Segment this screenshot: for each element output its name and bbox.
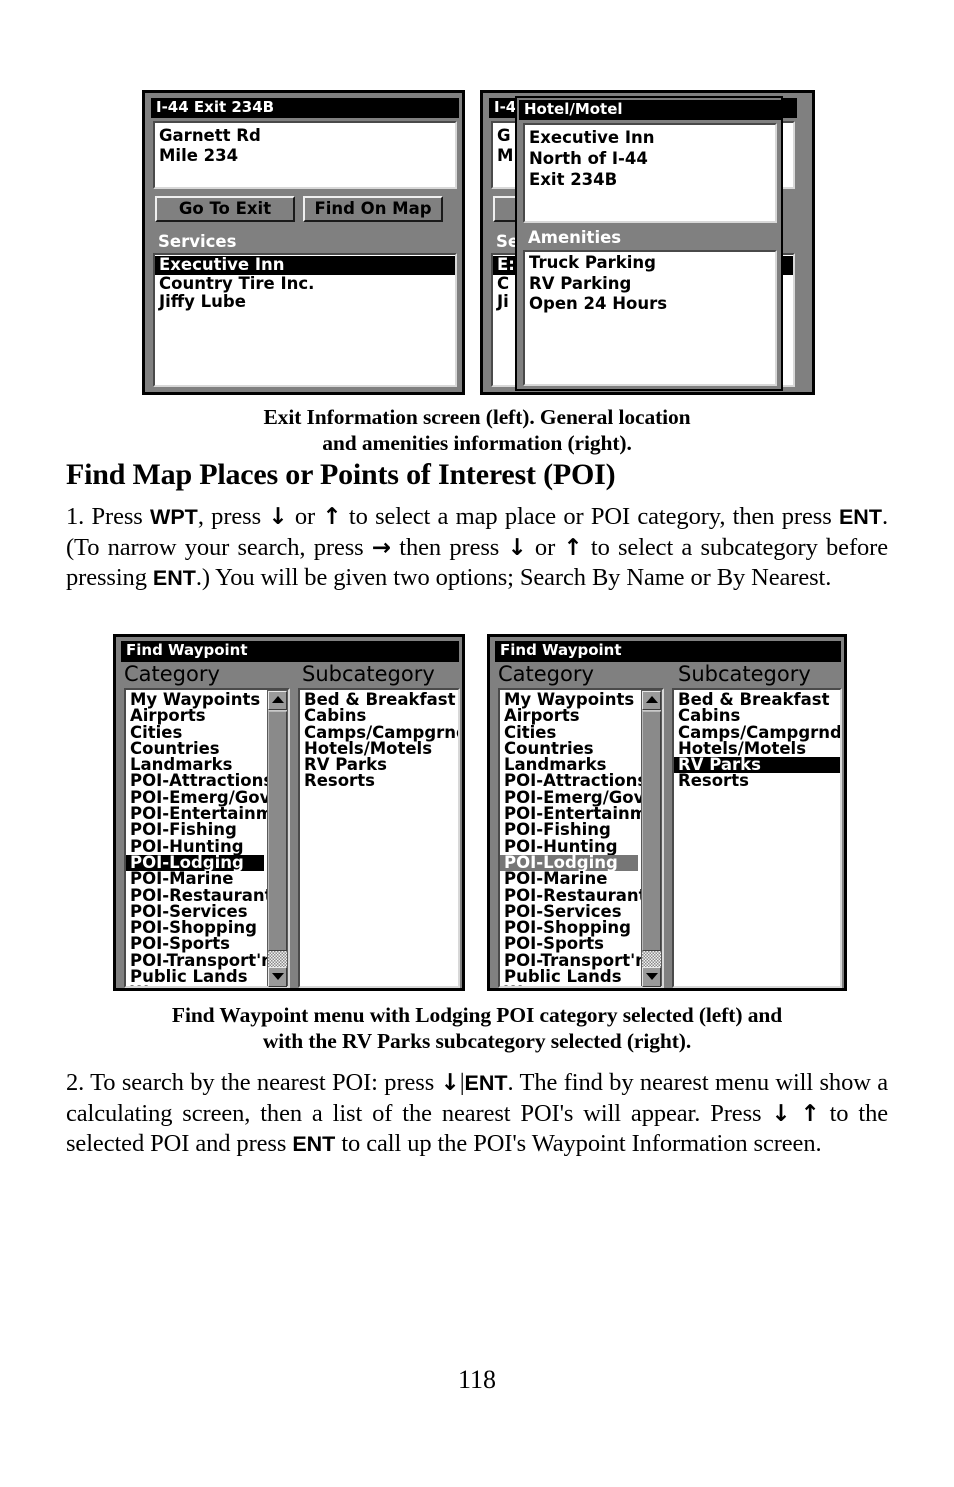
key-label: ENT <box>152 566 196 590</box>
amenities-header: Amenities <box>523 228 777 250</box>
poi-detail-popup-screen: I-4 G M Se E: C Ji Hotel/Motel Executive… <box>480 90 815 395</box>
find-waypoint-screen-left: Find Waypoint Category Subcategory My Wa… <box>113 634 465 991</box>
scroll-up-button[interactable] <box>642 691 661 710</box>
arrow-icon: ↑ <box>800 1100 820 1127</box>
service-list-item[interactable]: Country Tire Inc. <box>155 274 455 294</box>
subcategory-column-header: Subcategory <box>302 662 435 686</box>
go-to-exit-button[interactable]: Go To Exit <box>155 196 295 222</box>
popup-title-bar: Hotel/Motel <box>519 100 783 120</box>
popup-info-box: Executive Inn North of I-44 Exit 234B <box>523 123 777 223</box>
figure1-caption: Exit Information screen (left). General … <box>77 404 877 456</box>
chevron-up-icon <box>645 696 658 703</box>
popup-info-line: Executive Inn <box>529 128 655 147</box>
category-column-header: Category <box>124 662 220 686</box>
scroll-down-button[interactable] <box>268 967 287 987</box>
list-item[interactable]: Waters <box>500 984 638 986</box>
scroll-down-button[interactable] <box>642 967 661 987</box>
page-number: 118 <box>457 1365 497 1394</box>
list-item[interactable]: Waters <box>126 984 264 986</box>
category-column-header: Category <box>498 662 594 686</box>
manual-page: I-44 Exit 234B Garnett Rd Mile 234 Go To… <box>0 0 954 1487</box>
list-item[interactable]: Resorts <box>674 773 840 790</box>
chevron-down-icon <box>271 973 284 980</box>
figure1-caption-line2: and amenities information (right). <box>322 431 632 455</box>
screen-title-bar: I-44 Exit 234B <box>151 98 459 118</box>
services-header: Services <box>153 232 457 253</box>
step1-paragraph: 1. Press WPT, press ↓ or ↑ to select a m… <box>66 503 888 591</box>
arrow-icon: ↓ <box>440 1070 460 1096</box>
amenities-list: Truck Parking RV Parking Open 24 Hours <box>523 250 777 386</box>
exit-info-box: Garnett Rd Mile 234 <box>153 121 457 189</box>
screen-title-bar: Find Waypoint <box>495 641 841 662</box>
arrow-icon: → <box>371 534 392 561</box>
amenity-item: RV Parking <box>529 273 632 293</box>
list-item[interactable]: Resorts <box>300 773 458 790</box>
scrollbar-track-dither <box>268 951 287 967</box>
category-list-left[interactable]: My Waypoints Airports Cities Countries Landm… <box>124 688 290 988</box>
service-list-item[interactable]: Executive Inn <box>155 255 455 275</box>
subcategory-list-left[interactable]: Bed & Breakfast Cabins Camps/Campgrnd Hotel… <box>298 688 460 988</box>
key-label: WPT <box>150 505 198 529</box>
scrollbar-thumb[interactable] <box>268 711 287 951</box>
arrow-icon: ↑ <box>563 534 583 561</box>
step2-paragraph: 2. To search by the nearest POI: press ↓… <box>66 1069 889 1157</box>
category-scrollbar-right[interactable] <box>641 690 662 987</box>
category-scrollbar-left[interactable] <box>267 690 288 987</box>
amenity-item: Truck Parking <box>529 253 656 272</box>
arrow-icon: ↓ <box>268 504 288 530</box>
find-waypoint-screen-right: Find Waypoint Category Subcategory My Wa… <box>487 634 847 991</box>
find-on-map-button[interactable]: Find On Map <box>303 196 443 222</box>
key-label: ENT <box>838 505 882 529</box>
page-title: Find Map Places or Points of Interest (P… <box>66 458 616 491</box>
chevron-up-icon <box>271 696 284 703</box>
figure2-caption-line2: with the RV Parks subcategory selected (… <box>262 1029 692 1053</box>
exit-information-screen: I-44 Exit 234B Garnett Rd Mile 234 Go To… <box>142 90 465 395</box>
key-label: ENT <box>464 1071 508 1095</box>
services-list[interactable]: Executive Inn Country Tire Inc. Jiffy Lu… <box>153 253 457 387</box>
subcategory-column-header: Subcategory <box>678 662 811 686</box>
figure1-caption-line1: Exit Information screen (left). General … <box>263 405 691 429</box>
arrow-icon: ↑ <box>322 504 342 530</box>
chevron-down-icon <box>645 973 658 980</box>
amenity-item: Open 24 Hours <box>529 294 668 313</box>
background-exit-info-line: G <box>497 126 511 145</box>
scrollbar-thumb[interactable] <box>642 711 661 951</box>
category-list-right[interactable]: My Waypoints Airports Cities Countries Landm… <box>498 688 664 988</box>
exit-info-line: Mile 234 <box>159 146 239 165</box>
popup-info-line: North of I-44 <box>529 149 648 168</box>
hotel-motel-popup: Hotel/Motel Executive Inn North of I-44 … <box>515 96 783 391</box>
exit-info-line: Garnett Rd <box>159 126 261 145</box>
subcategory-list-right[interactable]: Bed & Breakfast Cabins Camps/Campgrnd Hotel… <box>672 688 842 988</box>
arrow-icon: ↓ <box>507 534 527 561</box>
scrollbar-track-dither <box>642 951 661 967</box>
arrow-icon: ↓ <box>771 1100 791 1127</box>
background-exit-info-line: M <box>497 146 514 165</box>
figure2-caption: Find Waypoint menu with Lodging POI cate… <box>77 1002 877 1054</box>
key-label: ENT <box>292 1132 336 1156</box>
figure2-caption-line1: Find Waypoint menu with Lodging POI cate… <box>171 1003 783 1027</box>
screen-title-bar: Find Waypoint <box>121 641 459 662</box>
scroll-up-button[interactable] <box>268 691 287 710</box>
service-list-item[interactable]: Jiffy Lube <box>155 292 455 312</box>
popup-info-line: Exit 234B <box>529 170 618 189</box>
